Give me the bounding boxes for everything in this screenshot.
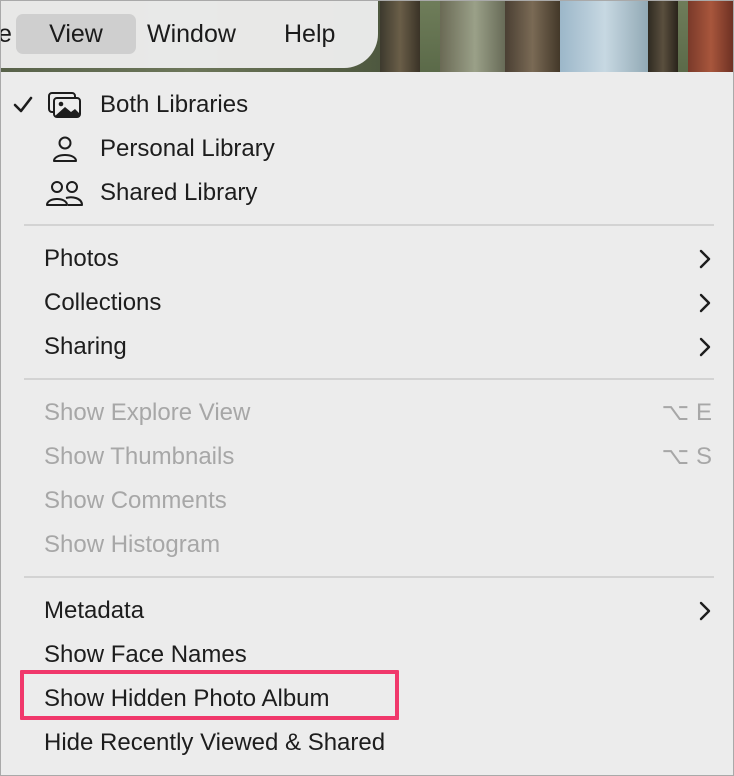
screenshot-border bbox=[0, 0, 734, 776]
